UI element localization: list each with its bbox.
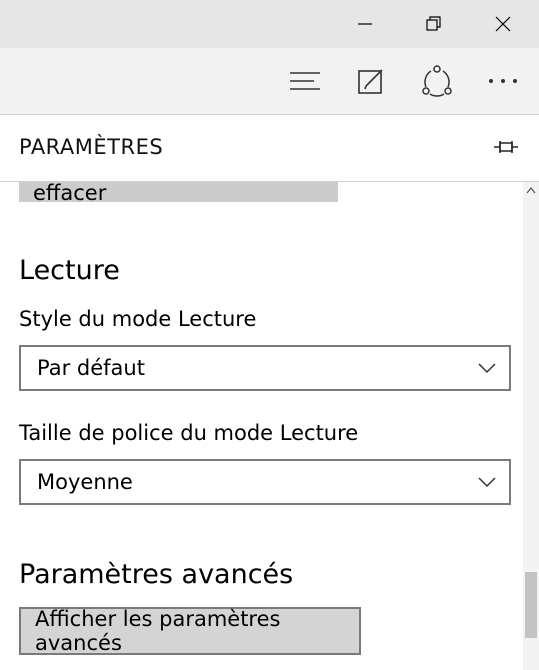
reading-section-title: Lecture	[19, 255, 120, 286]
reading-font-dropdown[interactable]: Moyenne	[19, 459, 511, 505]
close-button[interactable]	[480, 0, 526, 48]
minimize-icon	[358, 23, 372, 25]
chevron-up-icon	[526, 187, 536, 194]
share-button[interactable]	[413, 48, 461, 114]
reading-style-value: Par défaut	[37, 356, 145, 380]
settings-panel: PARAMÈTRES Choisir les éléments à efface…	[0, 115, 539, 670]
share-icon	[422, 65, 452, 97]
hub-icon	[290, 72, 320, 90]
clear-data-button-label: Choisir les éléments à effacer	[33, 181, 107, 205]
close-icon	[495, 16, 511, 32]
title-bar	[0, 0, 539, 48]
scrollbar-thumb[interactable]	[525, 571, 537, 638]
restore-icon	[426, 16, 441, 31]
hub-button[interactable]	[281, 48, 329, 114]
chevron-down-icon	[478, 477, 496, 488]
minimize-button[interactable]	[342, 0, 388, 48]
reading-font-value: Moyenne	[37, 470, 133, 494]
scroll-up-button[interactable]	[523, 181, 539, 199]
reading-font-label: Taille de police du mode Lecture	[19, 421, 359, 445]
browser-toolbar	[0, 48, 539, 115]
settings-scroll-area[interactable]: Choisir les éléments à effacer Lecture S…	[0, 181, 523, 670]
vertical-scrollbar[interactable]	[523, 181, 539, 670]
pin-icon	[494, 141, 518, 153]
reading-style-label: Style du mode Lecture	[19, 307, 257, 331]
pin-button[interactable]	[490, 133, 522, 161]
web-note-button[interactable]	[347, 48, 395, 114]
panel-header: PARAMÈTRES	[0, 115, 539, 182]
web-note-icon	[358, 69, 383, 94]
reading-style-dropdown[interactable]: Par défaut	[19, 345, 511, 391]
more-icon	[489, 79, 517, 83]
advanced-section-title: Paramètres avancés	[19, 559, 294, 590]
chevron-down-icon	[478, 363, 496, 374]
restore-button[interactable]	[411, 0, 457, 48]
panel-title: PARAMÈTRES	[19, 135, 164, 159]
clear-data-button[interactable]: Choisir les éléments à effacer	[19, 181, 338, 205]
show-advanced-settings-label: Afficher les paramètres avancés	[35, 607, 281, 655]
show-advanced-settings-button[interactable]: Afficher les paramètres avancés	[19, 607, 361, 655]
more-button[interactable]	[479, 48, 527, 114]
